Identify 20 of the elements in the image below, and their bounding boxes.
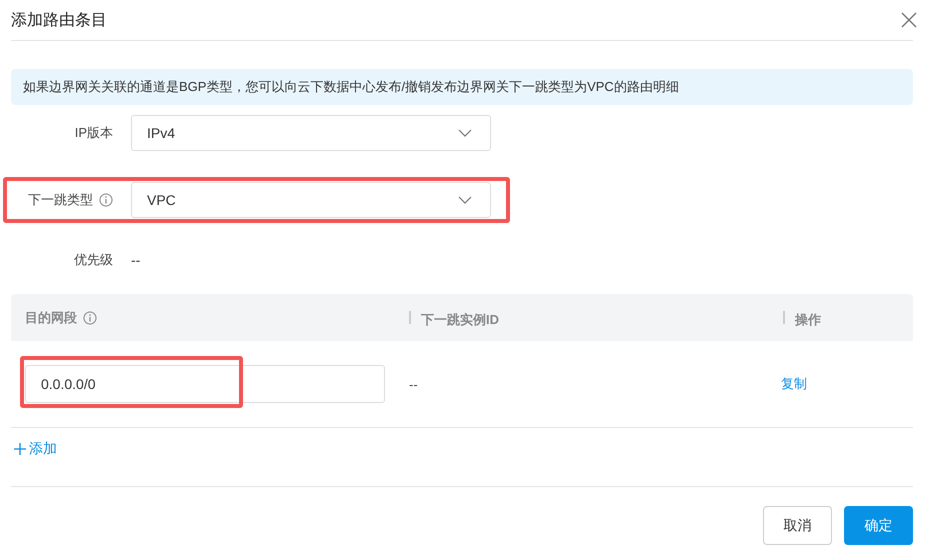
close-icon[interactable] (901, 12, 917, 28)
column-header: 目的网段 (25, 308, 77, 326)
field-label: 优先级 (74, 251, 113, 269)
dialog-title: 添加路由条目 (11, 10, 107, 30)
copy-link[interactable]: 复制 (769, 376, 807, 391)
add-link[interactable]: 添加 (14, 440, 57, 458)
field-label: 下一跳类型 (28, 191, 93, 209)
field-value: -- (131, 252, 140, 268)
destination-input[interactable]: 0.0.0.0/0 (25, 365, 385, 403)
plus-icon (14, 443, 26, 455)
info-banner: 如果边界网关关联的通道是BGP类型，您可以向云下数据中心发布/撤销发布边界网关下一跳类型为VPC的路由明细 (11, 69, 913, 105)
select-field[interactable]: VPC (131, 182, 491, 218)
table-cell-text: -- (408, 377, 418, 392)
cancel-button[interactable]: 取消 (763, 506, 832, 545)
select-field[interactable]: IPv4 (131, 115, 491, 151)
column-header: 下一跳实例ID (409, 311, 499, 324)
chevron-down-icon (458, 129, 472, 137)
column-header: 操作 (783, 311, 821, 324)
chevron-down-icon (458, 196, 472, 204)
field-label: IP版本 (74, 124, 113, 142)
